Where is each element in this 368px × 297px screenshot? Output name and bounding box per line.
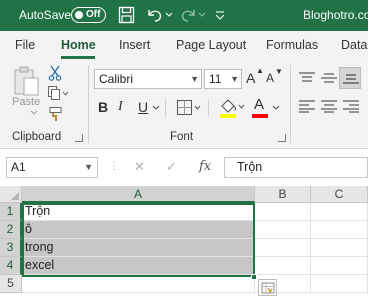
increase-font-size-button[interactable]: A [246,70,255,86]
font-group-label: Font [170,131,194,143]
cell-a5[interactable] [22,275,255,293]
group-divider [290,65,291,143]
column-header-b[interactable]: B [255,186,311,203]
formula-input[interactable]: Trộn [224,157,368,178]
cell-c2[interactable] [311,221,368,239]
cell-c1[interactable] [311,203,368,221]
fill-color-icon[interactable] [218,97,246,119]
font-name-dropdown[interactable]: Calibri ▼ [94,69,202,89]
row-header-5[interactable]: 5 [0,275,22,293]
document-title: Bloghotro.com [303,8,368,22]
autosave-state: Off [86,9,101,20]
align-middle-icon[interactable] [320,71,338,85]
font-color-swatch [252,114,268,118]
decrease-font-size-button[interactable]: A [266,71,274,85]
align-center-icon[interactable] [320,99,338,113]
increase-font-size-icon: ▲ [256,66,264,75]
chevron-down-icon: ▼ [84,162,93,172]
row-header-2[interactable]: 2 [0,221,22,239]
formula-bar: A1 ▼ ⋮ ✕ ✓ fx Trộn [0,149,368,186]
font-launcher-icon[interactable] [278,134,286,142]
cancel-entry-icon[interactable]: ✕ [134,159,145,175]
column-header-a[interactable]: A [22,186,255,203]
cell-a4[interactable]: excel [22,257,255,275]
cell-a2[interactable]: ô [22,221,255,239]
group-divider [88,65,89,143]
select-all-triangle-icon [11,192,19,200]
chevron-down-icon: ▼ [230,74,239,84]
save-icon[interactable] [118,6,135,24]
ribbon-tabs: File Home Insert Page Layout Formulas Da… [0,31,368,61]
autosave-toggle[interactable]: Off [71,7,106,23]
bold-button[interactable]: B [98,99,108,115]
undo-icon[interactable] [145,6,165,24]
enter-entry-icon[interactable]: ✓ [166,159,177,175]
cell-b2[interactable] [255,221,311,239]
name-box-value: A1 [11,160,26,174]
underline-dropdown-icon[interactable] [152,105,160,111]
quick-analysis-icon [261,282,275,294]
cell-c5[interactable] [311,275,368,293]
cell-a1[interactable]: Trộn [22,203,255,221]
font-color-button[interactable]: A [254,96,264,113]
toggle-knob [75,11,83,19]
title-bar: AutoSave Off Bloghotro.com [0,0,368,31]
cell-b4[interactable] [255,257,311,275]
font-size-value: 11 [209,72,222,86]
format-painter-icon[interactable] [47,106,63,122]
paste-icon[interactable] [12,65,42,97]
row-header-3[interactable]: 3 [0,239,22,257]
align-bottom-icon [343,74,359,84]
cell-c3[interactable] [311,239,368,257]
toolbar-divider [165,99,166,117]
cell-c4[interactable] [311,257,368,275]
tab-home[interactable]: Home [61,38,96,52]
insert-function-button[interactable]: fx [199,159,211,174]
paste-dropdown-icon[interactable] [30,110,38,116]
cell-b3[interactable] [255,239,311,257]
autosave-label: AutoSave [19,8,72,22]
tab-insert[interactable]: Insert [119,38,150,52]
toolbar-divider [208,99,209,117]
font-name-value: Calibri [99,72,134,86]
undo-dropdown-icon[interactable] [165,6,173,24]
decrease-font-size-icon: ▼ [275,67,283,76]
font-color-dropdown-icon[interactable] [272,105,280,111]
customize-toolbar-icon[interactable] [214,6,226,24]
formula-input-value: Trộn [237,160,263,174]
ribbon: Paste Clipboard Calibri ▼ 11 ▼ A ▲ A ▼ B… [0,61,368,149]
align-bottom-button[interactable] [339,67,361,89]
italic-button[interactable]: I [118,99,123,115]
formula-bar-grip-icon: ⋮ [109,161,119,172]
underline-button[interactable]: U [138,99,148,115]
chevron-down-icon: ▼ [190,74,199,84]
row-header-1[interactable]: 1 [0,203,22,221]
tab-page-layout[interactable]: Page Layout [176,38,246,52]
tab-file[interactable]: File [15,38,35,52]
font-size-dropdown[interactable]: 11 ▼ [204,69,242,89]
copy-icon[interactable] [47,85,69,101]
paste-label: Paste [12,96,41,108]
cell-b1[interactable] [255,203,311,221]
fill-handle[interactable] [251,274,257,280]
align-top-icon[interactable] [298,71,316,85]
name-box[interactable]: A1 ▼ [6,157,98,178]
align-left-icon[interactable] [298,99,316,113]
worksheet-grid: A B C 1 2 3 4 5 Trộn ô trong excel [0,186,368,297]
column-header-c[interactable]: C [311,186,368,203]
tab-data[interactable]: Data [341,38,367,52]
select-all-button[interactable] [0,186,22,203]
clipboard-group-label: Clipboard [12,131,62,143]
row-header-4[interactable]: 4 [0,257,22,275]
tab-formulas[interactable]: Formulas [266,38,318,52]
align-right-icon[interactable] [342,99,360,113]
cut-icon[interactable] [48,65,62,81]
cell-a3[interactable]: trong [22,239,255,257]
active-tab-indicator [61,56,95,59]
borders-icon[interactable] [176,99,202,117]
redo-icon[interactable] [178,6,198,24]
redo-dropdown-icon[interactable] [198,6,206,24]
quick-analysis-button[interactable] [258,279,277,296]
clipboard-launcher-icon[interactable] [75,134,83,142]
